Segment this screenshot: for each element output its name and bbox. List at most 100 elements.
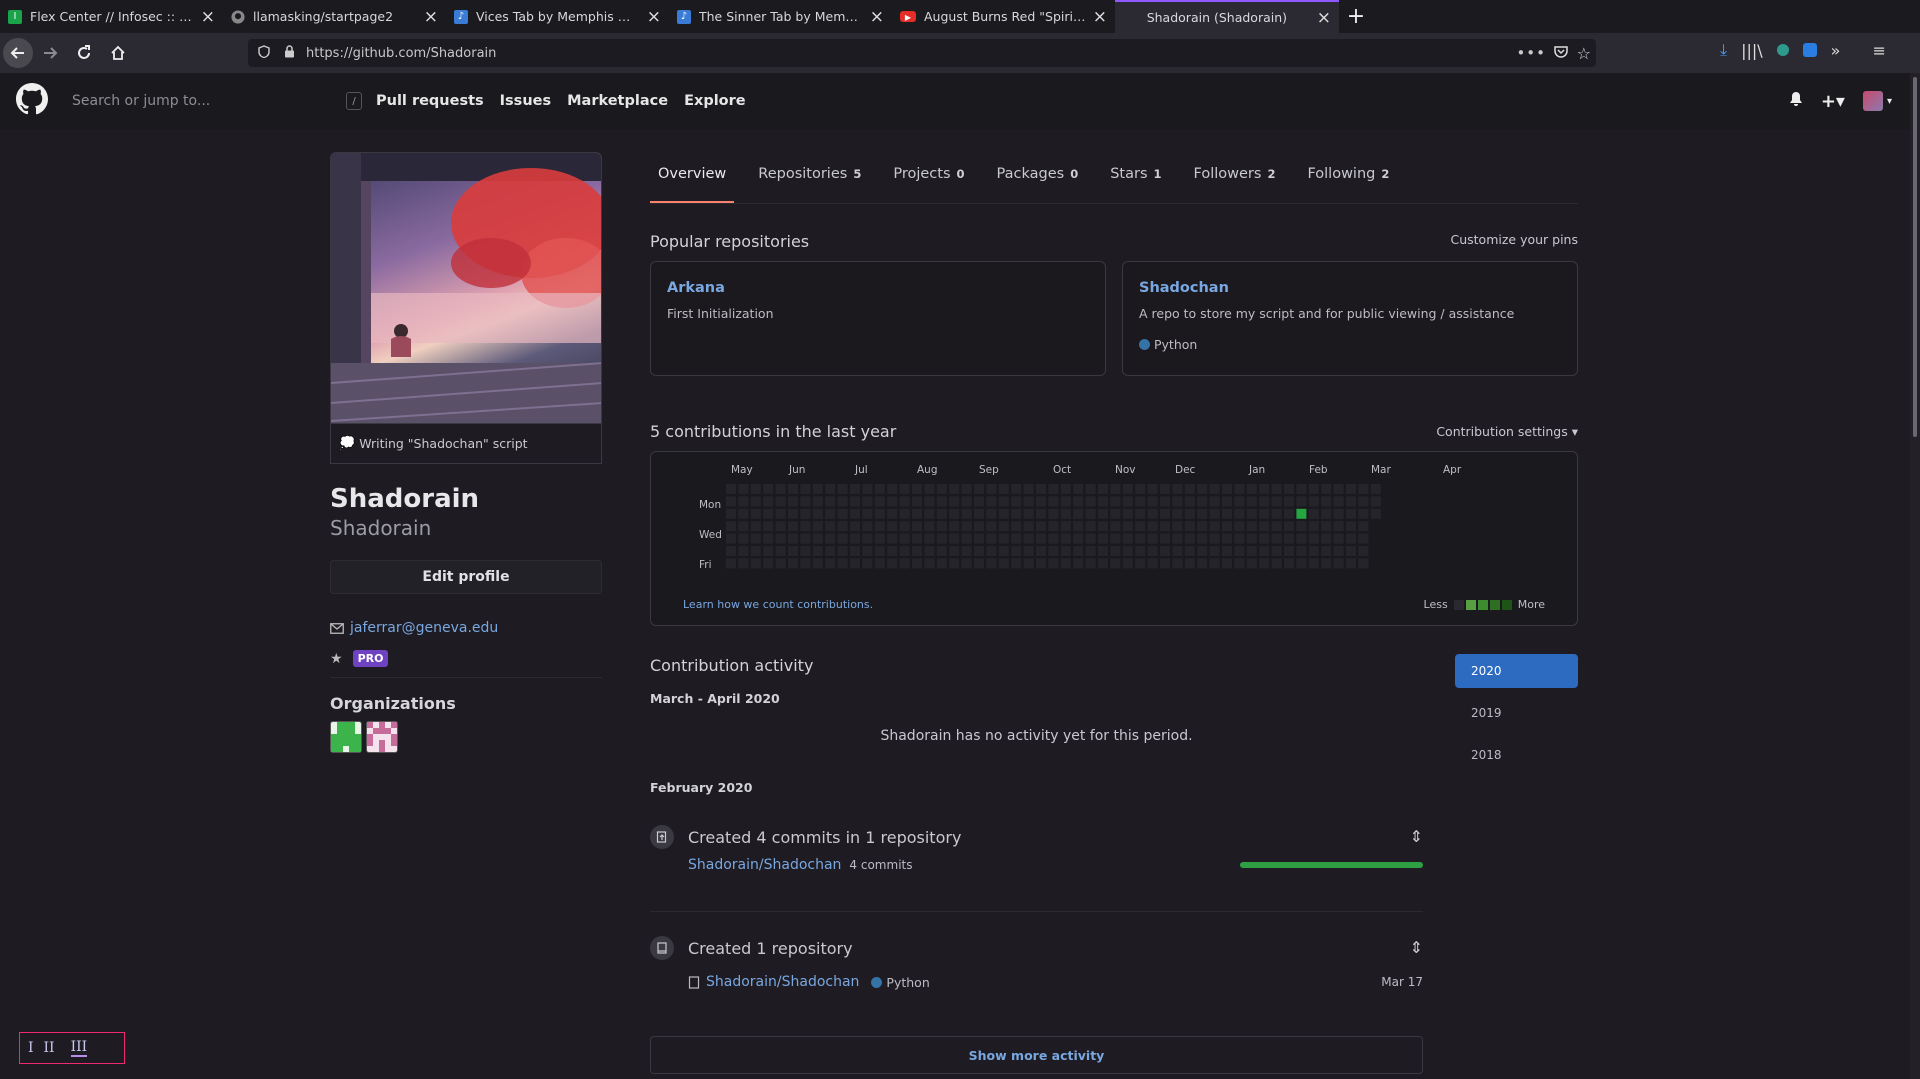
contribution-day-cell[interactable]: [726, 533, 736, 544]
contribution-day-cell[interactable]: [1234, 558, 1245, 569]
contribution-day-cell[interactable]: [1135, 546, 1146, 556]
contribution-day-cell[interactable]: [1358, 496, 1369, 507]
contribution-day-cell[interactable]: [1246, 508, 1257, 519]
new-tab-button[interactable]: +: [1339, 0, 1373, 33]
contribution-day-cell[interactable]: [899, 508, 910, 519]
contribution-day-cell[interactable]: [1321, 484, 1332, 494]
contribution-day-cell[interactable]: [800, 558, 811, 569]
contribution-day-cell[interactable]: [763, 496, 774, 507]
contribution-day-cell[interactable]: [949, 484, 960, 494]
contribution-day-cell[interactable]: [726, 496, 736, 507]
contribution-day-cell[interactable]: [1321, 533, 1332, 544]
contribution-day-cell[interactable]: [1172, 546, 1183, 556]
workspace-3-active[interactable]: III: [70, 1039, 88, 1057]
contribution-day-cell[interactable]: [1147, 546, 1158, 556]
contribution-day-cell[interactable]: [1259, 484, 1270, 494]
contribution-day-cell[interactable]: [812, 558, 823, 569]
edit-profile-button[interactable]: Edit profile: [330, 560, 602, 594]
contribution-day-cell[interactable]: [862, 508, 873, 519]
contribution-day-cell[interactable]: [1271, 496, 1282, 507]
repo-name-link[interactable]: Arkana: [667, 280, 1089, 296]
reload-button[interactable]: [67, 36, 101, 70]
nav-explore[interactable]: Explore: [684, 93, 746, 109]
contribution-day-cell[interactable]: [1172, 533, 1183, 544]
contribution-day-cell[interactable]: [1147, 508, 1158, 519]
contribution-day-cell[interactable]: [1184, 558, 1195, 569]
close-tab-icon[interactable]: ×: [201, 7, 215, 27]
contribution-day-cell[interactable]: [1036, 521, 1046, 532]
contribution-day-cell[interactable]: [1197, 546, 1208, 556]
contribution-day-cell[interactable]: [1197, 484, 1208, 494]
contribution-day-cell[interactable]: [763, 521, 774, 532]
contribution-day-cell[interactable]: [1073, 496, 1084, 507]
contribution-day-cell[interactable]: [850, 533, 860, 544]
contribution-day-cell[interactable]: [949, 546, 960, 556]
contribution-day-cell[interactable]: [1011, 533, 1022, 544]
contribution-day-cell[interactable]: [986, 533, 997, 544]
contribution-day-cell[interactable]: [1346, 521, 1356, 532]
contribution-day-cell[interactable]: [1110, 521, 1121, 532]
contribution-day-cell[interactable]: [961, 508, 972, 519]
contribution-day-cell[interactable]: [887, 508, 898, 519]
contribution-day-cell[interactable]: [1197, 558, 1208, 569]
contribution-day-cell[interactable]: [912, 508, 922, 519]
tab-overview[interactable]: Overview: [650, 152, 735, 203]
contribution-day-cell[interactable]: [1023, 533, 1034, 544]
contribution-day-cell[interactable]: [974, 484, 984, 494]
contribution-day-cell[interactable]: [1172, 484, 1183, 494]
contribution-day-cell[interactable]: [912, 533, 922, 544]
contribution-day-cell[interactable]: [1048, 546, 1059, 556]
contribution-day-cell[interactable]: [1023, 496, 1034, 507]
contribution-day-cell[interactable]: [750, 533, 761, 544]
contribution-day-cell[interactable]: [1222, 558, 1232, 569]
contribution-day-cell[interactable]: [1246, 533, 1257, 544]
contribution-day-cell[interactable]: [949, 533, 960, 544]
contribution-day-cell[interactable]: [1135, 484, 1146, 494]
contribution-day-cell[interactable]: [1308, 533, 1319, 544]
commit-repo-link[interactable]: Shadorain/Shadochan: [688, 857, 841, 873]
contribution-day-cell[interactable]: [899, 521, 910, 532]
contribution-day-cell[interactable]: [1036, 558, 1046, 569]
contribution-day-cell[interactable]: [1333, 496, 1344, 507]
contribution-day-cell[interactable]: [1321, 496, 1332, 507]
contribution-day-cell[interactable]: [1048, 533, 1059, 544]
contribution-day-cell[interactable]: [974, 508, 984, 519]
contribution-day-cell[interactable]: [1259, 521, 1270, 532]
commit-count-link[interactable]: 4 commits: [849, 858, 912, 872]
contribution-day-cell[interactable]: [1172, 558, 1183, 569]
browser-tab-active[interactable]: Shadorain (Shadorain) ×: [1115, 0, 1339, 33]
profile-email[interactable]: jaferrar@geneva.edu: [330, 620, 602, 636]
contribution-day-cell[interactable]: [750, 496, 761, 507]
contribution-day-cell[interactable]: [850, 558, 860, 569]
contribution-day-cell[interactable]: [1036, 546, 1046, 556]
contribution-day-cell[interactable]: [788, 558, 798, 569]
contribution-day-cell[interactable]: [812, 508, 823, 519]
github-logo-icon[interactable]: [16, 83, 49, 119]
contribution-day-cell[interactable]: [1246, 558, 1257, 569]
contribution-day-cell[interactable]: [1122, 558, 1133, 569]
contribution-day-cell[interactable]: [899, 496, 910, 507]
contribution-day-cell[interactable]: [1346, 546, 1356, 556]
year-2018[interactable]: 2018: [1455, 738, 1578, 772]
contribution-day-cell[interactable]: [1333, 546, 1344, 556]
contribution-day-cell[interactable]: [924, 546, 935, 556]
contribution-day-cell[interactable]: [1184, 496, 1195, 507]
contribution-day-cell[interactable]: [1060, 484, 1071, 494]
contribution-day-cell[interactable]: [1085, 533, 1096, 544]
contribution-day-cell[interactable]: [936, 533, 947, 544]
contribution-day-cell[interactable]: [1308, 484, 1319, 494]
tab-repositories[interactable]: Repositories 5: [750, 152, 869, 203]
contribution-day-cell[interactable]: [874, 496, 885, 507]
contribution-day-cell[interactable]: [1135, 508, 1146, 519]
scrollbar-thumb[interactable]: [1913, 77, 1917, 437]
pro-badge[interactable]: PRO: [352, 650, 389, 667]
contribution-day-cell[interactable]: [763, 533, 774, 544]
contribution-day-cell[interactable]: [949, 558, 960, 569]
page-scrollbar[interactable]: [1910, 73, 1920, 1079]
contribution-day-cell[interactable]: [800, 496, 811, 507]
contribution-day-cell[interactable]: [788, 521, 798, 532]
contribution-day-cell[interactable]: [1296, 521, 1307, 532]
contribution-day-cell[interactable]: [788, 546, 798, 556]
contribution-day-cell[interactable]: [1060, 508, 1071, 519]
contribution-day-cell[interactable]: [1296, 508, 1307, 519]
